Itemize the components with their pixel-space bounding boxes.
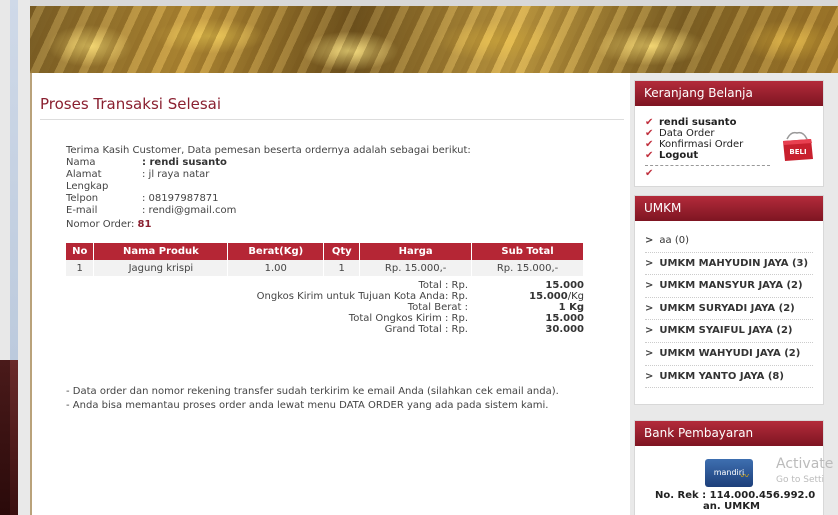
left-edge <box>0 0 18 515</box>
customer-label: Alamat Lengkap <box>66 169 109 192</box>
grand-total-row: Grand Total : Rp. 30.000 <box>66 324 584 335</box>
cart-extra: ✔ <box>635 166 823 179</box>
chevron-right-icon: > <box>645 325 654 337</box>
title-divider <box>40 119 624 120</box>
total-value: 1 Kg <box>558 302 584 313</box>
customer-value: : jl raya natar <box>142 169 210 180</box>
cell-subtotal: Rp. 15.000,- <box>471 260 584 276</box>
customer-label: Telpon <box>66 193 99 204</box>
total-weight-row: Total Berat : 1 Kg <box>66 302 584 313</box>
order-notes: - Data order dan nomor rekening transfer… <box>66 385 559 413</box>
col-header-price: Harga <box>359 243 473 260</box>
bank-account: No. Rek : 114.000.456.992.0 an. UMKM <box>655 490 815 512</box>
table-row: 1 Jagung krispi 1.00 1 Rp. 15.000,- Rp. … <box>66 260 584 276</box>
col-header-subtotal: Sub Total <box>471 243 584 260</box>
banner-texture <box>30 6 838 73</box>
umkm-box: UMKM > aa (0) > UMKM MAHYUDIN JAYA (3) > UM… <box>634 195 824 405</box>
note-line: - Anda bisa memantau proses order anda l… <box>66 400 549 411</box>
customer-value: : rendi susanto <box>142 157 227 168</box>
customer-value: : 08197987871 <box>142 193 219 204</box>
bank-title: Bank Pembayaran <box>635 421 823 446</box>
order-totals: Total : Rp. 15.000 Ongkos Kirim untuk Tu… <box>66 280 584 335</box>
total-label: Ongkos Kirim untuk Tujuan Kota Anda: Rp. <box>256 291 468 302</box>
chevron-right-icon: > <box>645 347 654 359</box>
activation-watermark: Activate Go to Setti <box>776 456 833 488</box>
chevron-right-icon: > <box>645 370 654 382</box>
bank-account-name: an. UMKM <box>703 501 760 512</box>
umkm-title: UMKM <box>635 196 823 221</box>
umkm-item[interactable]: > UMKM SYAIFUL JAYA (2) <box>645 320 813 343</box>
total-value: 15.000 <box>545 280 584 291</box>
total-label: Grand Total : Rp. <box>384 324 468 335</box>
bag-label: BELI <box>789 148 806 156</box>
customer-info: Nama : rendi susanto Alamat Lengkap : jl… <box>66 157 236 217</box>
check-icon: ✔ <box>645 128 654 139</box>
check-icon: ✔ <box>645 168 654 179</box>
cart-box: Keranjang Belanja ✔ rendi susanto ✔ Data O… <box>634 80 824 187</box>
umkm-item[interactable]: > UMKM YANTO JAYA (8) <box>645 366 813 389</box>
check-icon: ✔ <box>645 139 654 150</box>
umkm-list: > aa (0) > UMKM MAHYUDIN JAYA (3) > UMKM MA… <box>635 221 823 389</box>
header-banner <box>30 0 838 73</box>
bank-swoosh-icon: 〰 <box>739 472 749 482</box>
bank-logo: mandiri 〰 <box>705 459 753 487</box>
umkm-item[interactable]: > UMKM MAHYUDIN JAYA (3) <box>645 253 813 276</box>
total-label: Total : Rp. <box>418 280 468 291</box>
customer-address-row: Alamat Lengkap : jl raya natar <box>66 169 236 193</box>
bank-account-number: No. Rek : 114.000.456.992.0 <box>655 490 816 501</box>
customer-name-row: Nama : rendi susanto <box>66 157 236 169</box>
umkm-item[interactable]: > UMKM SURYADI JAYA (2) <box>645 298 813 321</box>
col-header-weight: Berat(Kg) <box>227 243 325 260</box>
total-label: Total Berat : <box>407 302 468 313</box>
chevron-right-icon: > <box>645 302 654 314</box>
intro-text: Terima Kasih Customer, Data pemesan bese… <box>66 145 471 156</box>
page-title: Proses Transaksi Selesai <box>40 95 222 113</box>
cell-weight: 1.00 <box>227 260 325 276</box>
total-value: 30.000 <box>545 324 584 335</box>
total-shipping-row: Total Ongkos Kirim : Rp. 15.000 <box>66 313 584 324</box>
order-number-label: Nomor Order: <box>66 219 135 230</box>
total-row: Total : Rp. 15.000 <box>66 280 584 291</box>
customer-phone-row: Telpon : 08197987871 <box>66 193 236 205</box>
shipping-rate-row: Ongkos Kirim untuk Tujuan Kota Anda: Rp.… <box>66 291 584 302</box>
col-header-product: Nama Produk <box>93 243 229 260</box>
total-label: Total Ongkos Kirim : Rp. <box>348 313 468 324</box>
umkm-item[interactable]: > UMKM MANSYUR JAYA (2) <box>645 275 813 298</box>
cart-title: Keranjang Belanja <box>635 81 823 106</box>
order-number-value: 81 <box>137 219 152 230</box>
cell-qty: 1 <box>323 260 361 276</box>
check-icon: ✔ <box>645 150 654 161</box>
customer-value: : rendi@gmail.com <box>142 205 237 216</box>
shopping-bag-icon[interactable]: BELI <box>777 129 817 163</box>
total-value: 15.000/Kg <box>529 291 584 302</box>
order-table: No Nama Produk Berat(Kg) Qty Harga Sub T… <box>66 243 584 276</box>
cell-price: Rp. 15.000,- <box>359 260 473 276</box>
customer-label: E-mail <box>66 205 98 216</box>
customer-email-row: E-mail : rendi@gmail.com <box>66 205 236 217</box>
watermark-line: Go to Setti <box>776 475 825 485</box>
note-line: - Data order dan nomor rekening transfer… <box>66 386 559 397</box>
chevron-right-icon: > <box>645 235 654 246</box>
umkm-item[interactable]: > aa (0) <box>645 230 813 253</box>
main-content: Proses Transaksi Selesai Terima Kasih Cu… <box>30 73 630 515</box>
customer-label: Nama <box>66 157 96 168</box>
cell-product: Jagung krispi <box>93 260 229 276</box>
cart-item-user[interactable]: ✔ rendi susanto <box>645 117 823 128</box>
check-icon: ✔ <box>645 117 654 128</box>
table-header-row: No Nama Produk Berat(Kg) Qty Harga Sub T… <box>66 243 584 260</box>
total-value: 15.000 <box>545 313 584 324</box>
watermark-line: Activate <box>776 456 834 472</box>
col-header-no: No <box>66 243 95 260</box>
col-header-qty: Qty <box>323 243 361 260</box>
chevron-right-icon: > <box>645 257 654 269</box>
umkm-item[interactable]: > UMKM WAHYUDI JAYA (2) <box>645 343 813 366</box>
order-number: Nomor Order: 81 <box>66 219 151 230</box>
cell-no: 1 <box>66 260 95 276</box>
chevron-right-icon: > <box>645 280 654 292</box>
